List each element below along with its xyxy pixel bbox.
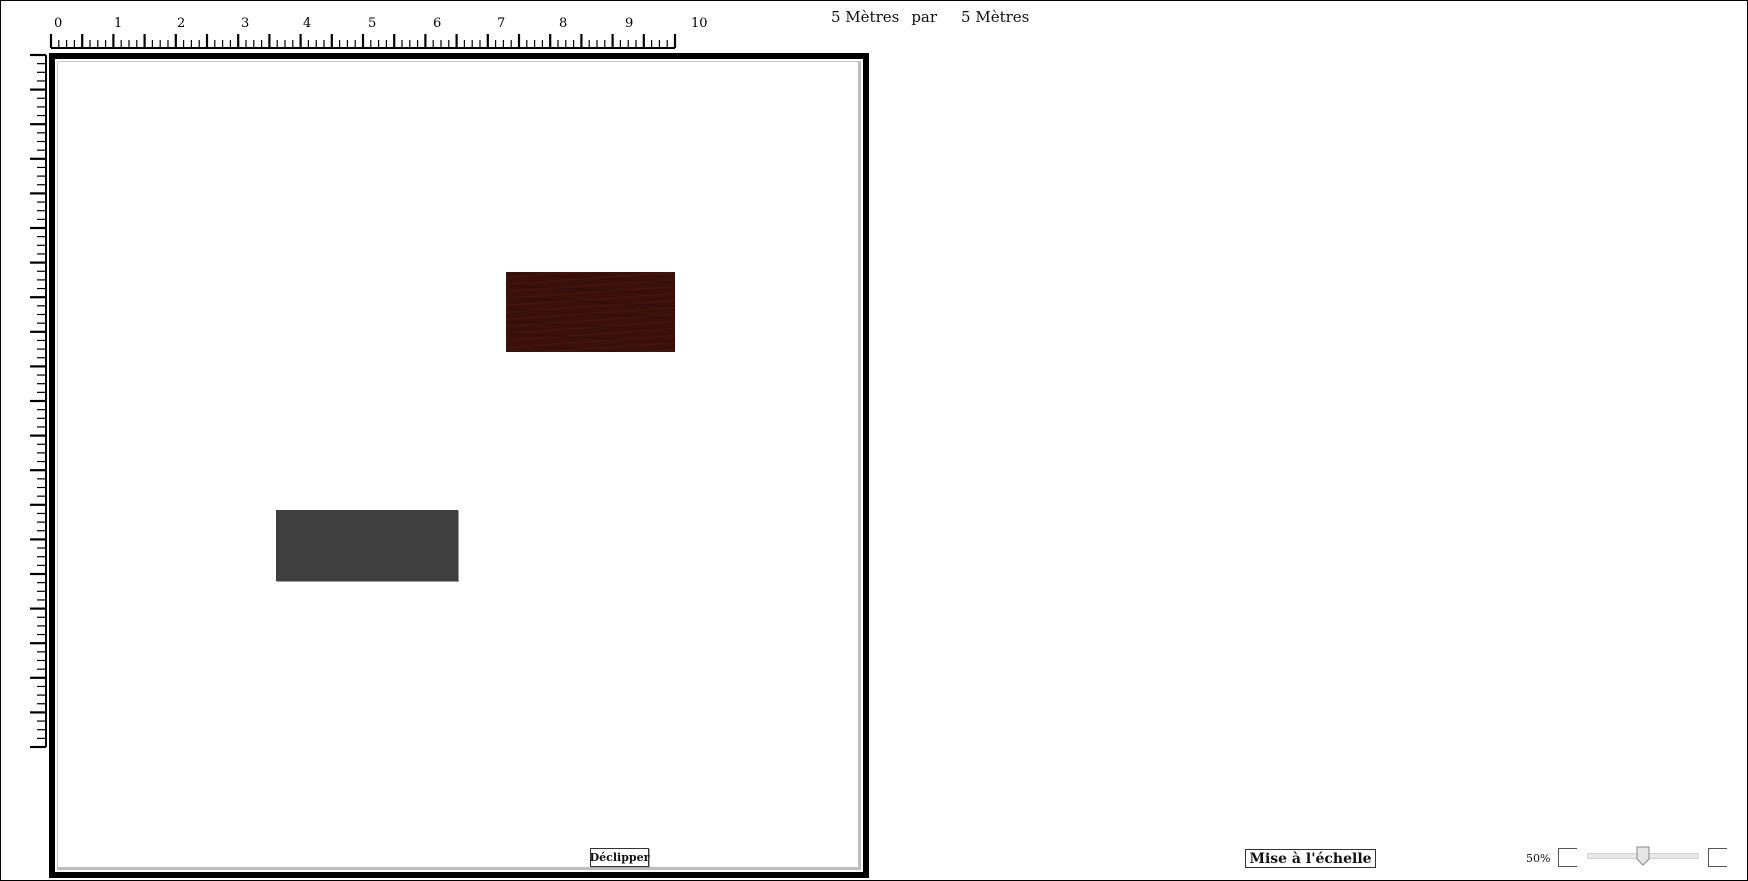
- scale-button[interactable]: Mise à l'échelle: [1245, 849, 1376, 868]
- ruler-label: 10: [691, 16, 708, 31]
- ruler-label: 7: [497, 16, 505, 31]
- ruler-label: 0: [54, 16, 62, 31]
- zoom-out-box[interactable]: [1558, 848, 1577, 867]
- ruler-label: 8: [559, 16, 567, 31]
- ruler-label: 1: [114, 16, 122, 31]
- zoom-slider-thumb[interactable]: [1636, 846, 1650, 866]
- ruler-label: 4: [303, 16, 311, 31]
- vertical-ruler: [30, 53, 47, 749]
- zoom-in-box[interactable]: [1708, 848, 1727, 867]
- zoom-label: 50%: [1526, 852, 1551, 865]
- separator-text: par: [911, 8, 938, 26]
- ruler-label: 6: [433, 16, 441, 31]
- width-text: 5 Mètres: [831, 8, 900, 26]
- ruler-label: 9: [625, 16, 633, 31]
- horizontal-ruler: 0 1 2 3 4 5 6 7 8 9 10: [49, 16, 708, 49]
- wood-tile-item[interactable]: [506, 272, 675, 352]
- design-canvas[interactable]: [49, 53, 869, 878]
- ruler-label: 3: [241, 16, 249, 31]
- ruler-label: 5: [368, 16, 376, 31]
- declip-button[interactable]: Déclipper: [590, 848, 649, 867]
- dimensions-readout: 5 Mètres par 5 Mètres: [831, 8, 1029, 26]
- height-text: 5 Mètres: [961, 8, 1030, 26]
- canvas-area: [57, 61, 861, 870]
- ruler-label: 2: [177, 16, 185, 31]
- gray-tile-item[interactable]: [276, 510, 458, 581]
